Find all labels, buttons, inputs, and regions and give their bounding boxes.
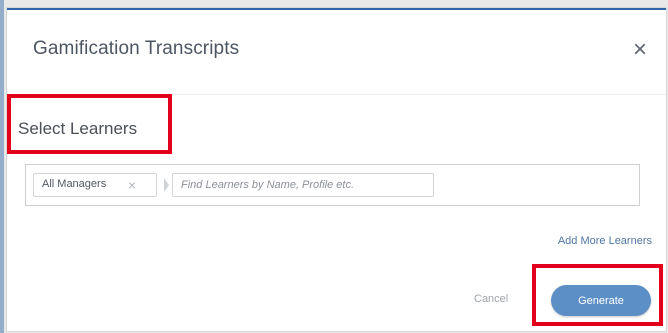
selected-learner-chip[interactable]: All Managers × <box>33 173 157 197</box>
selected-learner-chip-label: All Managers <box>42 178 107 190</box>
learner-search-input[interactable] <box>172 173 434 197</box>
cancel-button[interactable]: Cancel <box>474 293 508 305</box>
generate-button[interactable]: Generate <box>551 285 651 316</box>
select-learners-label: Select Learners <box>18 119 138 138</box>
add-more-learners-link[interactable]: Add More Learners <box>558 235 652 247</box>
modal-title: Gamification Transcripts <box>33 38 240 59</box>
chip-separator-icon <box>164 178 169 192</box>
learner-selector: All Managers × <box>25 164 640 206</box>
left-accent-bar <box>0 0 4 333</box>
remove-chip-icon[interactable]: × <box>128 176 136 194</box>
close-icon[interactable]: × <box>631 38 649 62</box>
